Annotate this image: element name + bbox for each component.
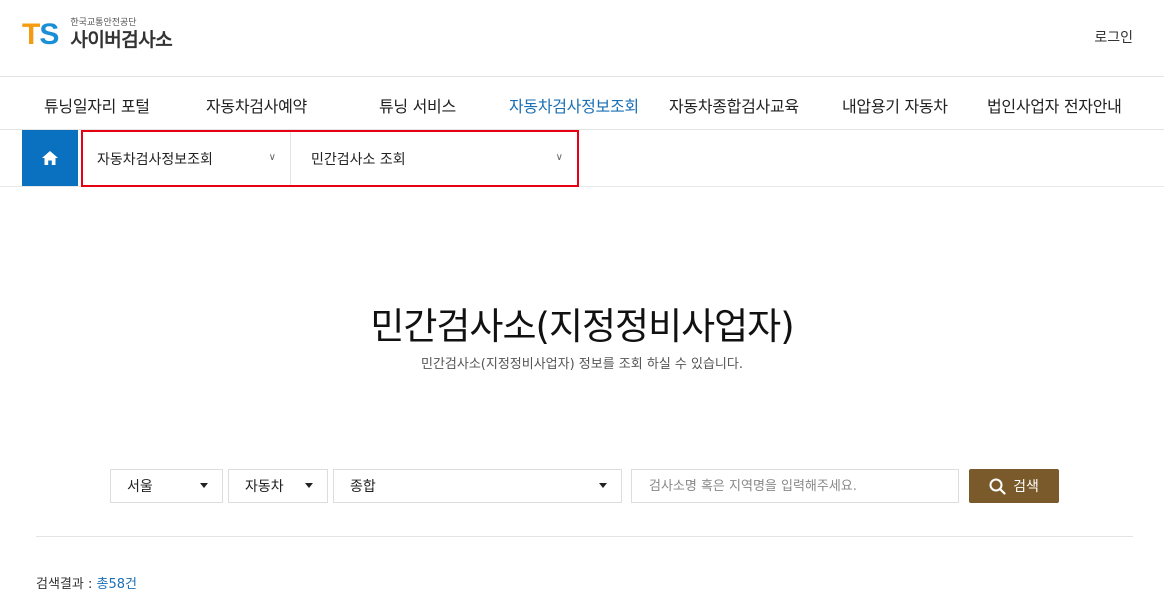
nav-item-tuning-jobs[interactable]: 튜닝일자리 포털 xyxy=(44,93,150,117)
home-icon xyxy=(42,151,58,165)
caret-down-icon xyxy=(200,483,208,488)
site-logo[interactable]: TS 한국교통안전공단 사이버검사소 xyxy=(22,17,173,51)
breadcrumb-depth2-label: 민간검사소 조회 xyxy=(311,151,406,168)
nav-item-pressure-vessel[interactable]: 내압용기 자동차 xyxy=(842,93,948,117)
main-nav: 튜닝일자리 포털 자동차검사예약 튜닝 서비스 자동차검사정보조회 자동차종합검… xyxy=(0,78,1164,130)
divider xyxy=(36,536,1133,537)
nav-item-corporate-notice[interactable]: 법인사업자 전자안내 xyxy=(987,93,1122,117)
logo-mark: TS xyxy=(22,17,59,51)
breadcrumb: 자동차검사정보조회 ∨ 민간검사소 조회 ∨ xyxy=(81,130,579,187)
chevron-down-icon: ∨ xyxy=(268,152,276,163)
logo-text: 한국교통안전공단 사이버검사소 xyxy=(70,18,172,51)
nav-item-tuning-service[interactable]: 튜닝 서비스 xyxy=(379,93,456,117)
vehicle-type-select-value: 자동차 xyxy=(245,479,284,495)
caret-down-icon xyxy=(599,483,607,488)
inspection-category-select[interactable]: 종합 xyxy=(333,469,622,503)
vehicle-type-select[interactable]: 자동차 xyxy=(228,469,328,503)
nav-item-inspection-booking[interactable]: 자동차검사예약 xyxy=(206,93,307,117)
nav-item-inspection-info[interactable]: 자동차검사정보조회 xyxy=(509,93,639,117)
logo-mark-s: S xyxy=(39,17,59,51)
logo-site-name: 사이버검사소 xyxy=(70,29,173,51)
breadcrumb-depth2-dropdown[interactable]: 민간검사소 조회 ∨ xyxy=(291,132,577,185)
home-button[interactable] xyxy=(22,130,78,186)
search-result-label: 검색결과 : xyxy=(36,577,97,592)
caret-down-icon xyxy=(305,483,313,488)
nav-item-inspection-education[interactable]: 자동차종합검사교육 xyxy=(669,93,799,117)
search-button[interactable]: 검색 xyxy=(969,469,1059,503)
logo-mark-t: T xyxy=(22,17,40,51)
search-result-count: 총58건 xyxy=(96,577,137,592)
search-button-label: 검색 xyxy=(1013,479,1039,495)
region-select[interactable]: 서울 xyxy=(110,469,223,503)
breadcrumb-depth1-label: 자동차검사정보조회 xyxy=(97,151,213,168)
page-title: 민간검사소(지정정비사업자) xyxy=(370,305,794,348)
location-bar: 자동차검사정보조회 ∨ 민간검사소 조회 ∨ xyxy=(0,130,1164,187)
login-link[interactable]: 로그인 xyxy=(1094,27,1133,47)
search-form: 서울 자동차 종합 검색 xyxy=(0,469,1164,503)
search-icon xyxy=(989,478,1006,495)
breadcrumb-depth1-dropdown[interactable]: 자동차검사정보조회 ∨ xyxy=(83,132,291,185)
search-result-summary: 검색결과 : 총58건 xyxy=(36,573,137,592)
logo-org-name: 한국교통안전공단 xyxy=(70,18,137,28)
page-subtitle: 민간검사소(지정정비사업자) 정보를 조회 하실 수 있습니다. xyxy=(421,357,743,372)
site-header: TS 한국교통안전공단 사이버검사소 로그인 xyxy=(0,0,1164,77)
search-input[interactable] xyxy=(631,469,959,503)
inspection-category-select-value: 종합 xyxy=(350,479,376,495)
chevron-down-icon: ∨ xyxy=(555,152,563,163)
region-select-value: 서울 xyxy=(127,479,153,495)
